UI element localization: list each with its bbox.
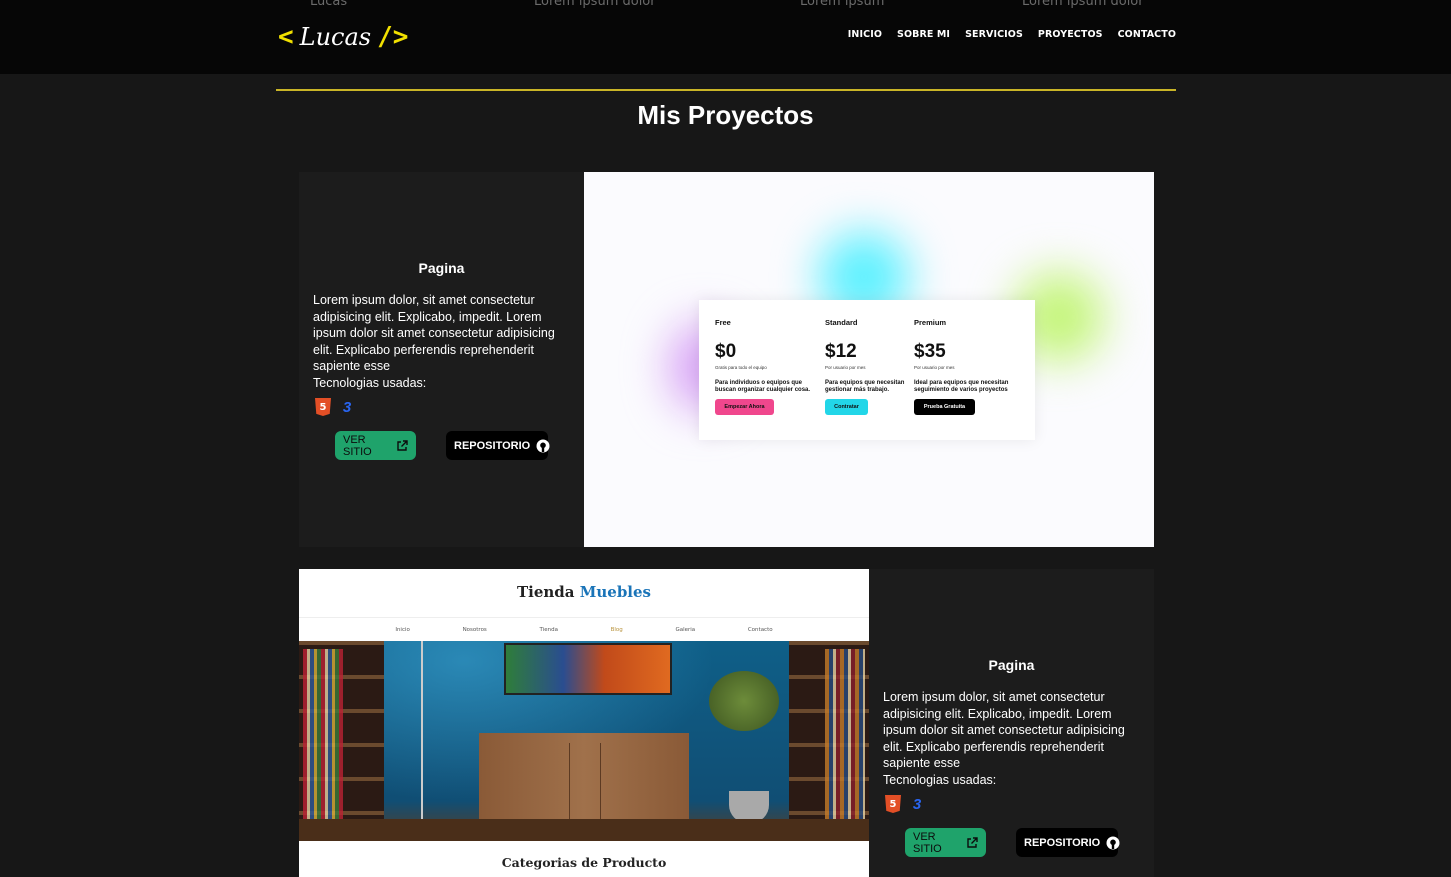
furniture-hero-image [299, 641, 869, 841]
logo-close-bracket: /> [377, 22, 409, 52]
ghost-scroll-text: Lucas Lorem ipsum dolor Lorem ipsum Lore… [0, 0, 1451, 14]
nav-link-proyectos[interactable]: PROYECTOS [1038, 29, 1103, 40]
plan-price: $35 [914, 341, 946, 362]
books [303, 649, 343, 834]
tienda-nav-item: Contacto [747, 626, 773, 633]
plan-button: Contratar [825, 399, 868, 415]
tienda-nav-item: Galeria [675, 626, 696, 633]
project-description-text: Lorem ipsum dolor, sit amet consectetur … [883, 690, 1125, 770]
html5-icon: 5 [315, 398, 331, 416]
logo-name: Lucas [299, 23, 372, 51]
project-title: Pagina [418, 260, 465, 276]
css3-icon: 3 [342, 398, 352, 416]
plan-unit: Por usuario por mes [914, 365, 955, 370]
logo-open-bracket: < [278, 22, 294, 52]
tienda-nav-item: Tienda [539, 626, 558, 633]
bookshelf-left [299, 641, 384, 841]
tienda-nav: Inicio Nosotros Tienda Blog Galeria Cont… [299, 617, 869, 641]
tienda-nav-item: Blog [610, 626, 623, 633]
project-description: Lorem ipsum dolor, sit amet consectetur … [883, 689, 1134, 788]
plan-button: Prueba Gratuita [914, 399, 975, 415]
ghost-text: Lorem ipsum dolor [534, 0, 656, 9]
navbar: Lucas Lorem ipsum dolor Lorem ipsum Lore… [0, 0, 1451, 74]
plan-standard: Standard $12 Por usuario por mes Para eq… [825, 318, 925, 415]
github-icon [1106, 836, 1120, 849]
ver-sitio-button[interactable]: VER SITIO [335, 431, 416, 460]
tienda-brand-accent: Muebles [579, 583, 651, 601]
plan-premium: Premium $35 Por usuario por mes Ideal pa… [914, 318, 1014, 415]
tech-list: 5 3 [885, 795, 925, 813]
ghost-text: Lucas [310, 0, 348, 9]
nav-link-contacto[interactable]: CONTACTO [1118, 29, 1176, 40]
project-info: Pagina Lorem ipsum dolor, sit amet conse… [869, 569, 1154, 877]
tech-label: Tecnologias usadas: [883, 772, 997, 787]
plan-desc: Ideal para equipos que necesitan seguimi… [914, 380, 1009, 393]
repositorio-button[interactable]: REPOSITORIO [1016, 828, 1120, 857]
ver-sitio-label: VER SITIO [913, 830, 942, 855]
repositorio-label: REPOSITORIO [454, 439, 531, 452]
repositorio-label: REPOSITORIO [1024, 836, 1101, 849]
section-divider [276, 89, 1176, 91]
plan-price: $12 [825, 341, 857, 362]
plan-desc: Para individuos o equipos que buscan org… [715, 380, 811, 393]
logo[interactable]: < Lucas /> [278, 16, 408, 58]
ghost-text: Lorem ipsum dolor [1022, 0, 1144, 9]
tienda-header: Tienda Muebles [299, 569, 869, 617]
project-screenshot-pricing: Free $0 Gratis para todo el equipo Para … [584, 172, 1154, 547]
project-actions: VER SITIO REPOSITORIO [335, 431, 550, 460]
bookshelf-right [789, 641, 869, 841]
repositorio-button[interactable]: REPOSITORIO [446, 431, 550, 460]
nav-link-sobre-mi[interactable]: SOBRE MI [897, 29, 950, 40]
plan-desc: Para equipos que necesitan gestionar más… [825, 380, 905, 393]
project-title: Pagina [988, 657, 1035, 673]
tech-list: 5 3 [315, 398, 355, 416]
section-title: Mis Proyectos [637, 100, 814, 130]
plan-unit: Por usuario por mes [825, 365, 866, 370]
plan-name: Premium [914, 318, 947, 327]
tech-label: Tecnologias usadas: [313, 375, 427, 390]
wall-painting [504, 643, 672, 695]
books [825, 649, 865, 834]
project-info: Pagina Lorem ipsum dolor, sit amet conse… [299, 172, 584, 547]
css3-icon: 3 [912, 795, 922, 813]
plan-unit: Gratis para todo el equipo [715, 365, 767, 370]
tienda-section-title: Categorias de Producto [501, 855, 667, 870]
project-description-text: Lorem ipsum dolor, sit amet consectetur … [313, 293, 555, 373]
bonsai-tree [709, 671, 779, 731]
github-icon [536, 439, 550, 452]
floor-lamp [421, 641, 423, 826]
project-card: Tienda Muebles Inicio Nosotros Tienda Bl… [299, 569, 1154, 877]
nav-link-inicio[interactable]: INICIO [848, 29, 882, 40]
project-screenshot-tienda: Tienda Muebles Inicio Nosotros Tienda Bl… [299, 569, 869, 877]
ver-sitio-button[interactable]: VER SITIO [905, 828, 986, 857]
project-card: Pagina Lorem ipsum dolor, sit amet conse… [299, 172, 1154, 547]
project-description: Lorem ipsum dolor, sit amet consectetur … [313, 292, 564, 391]
nav-link-servicios[interactable]: SERVICIOS [965, 29, 1023, 40]
external-link-icon [967, 836, 978, 848]
main-nav: INICIO SOBRE MI SERVICIOS PROYECTOS CONT… [848, 29, 1176, 40]
ghost-text: Lorem ipsum [800, 0, 885, 9]
project-actions: VER SITIO REPOSITORIO [905, 828, 1120, 857]
plan-name: Free [715, 318, 731, 327]
html5-icon: 5 [885, 795, 901, 813]
tienda-brand: Tienda [517, 583, 575, 601]
ver-sitio-label: VER SITIO [343, 433, 372, 458]
plan-name: Standard [825, 318, 858, 327]
plan-price: $0 [715, 341, 737, 362]
plan-free: Free $0 Gratis para todo el equipo Para … [715, 318, 815, 415]
plan-button: Empezar Ahora [715, 399, 774, 415]
tienda-nav-item: Inicio [395, 626, 410, 633]
tienda-nav-item: Nosotros [462, 626, 487, 633]
floor [299, 819, 869, 841]
pricing-table: Free $0 Gratis para todo el equipo Para … [699, 300, 1035, 440]
external-link-icon [397, 439, 408, 451]
